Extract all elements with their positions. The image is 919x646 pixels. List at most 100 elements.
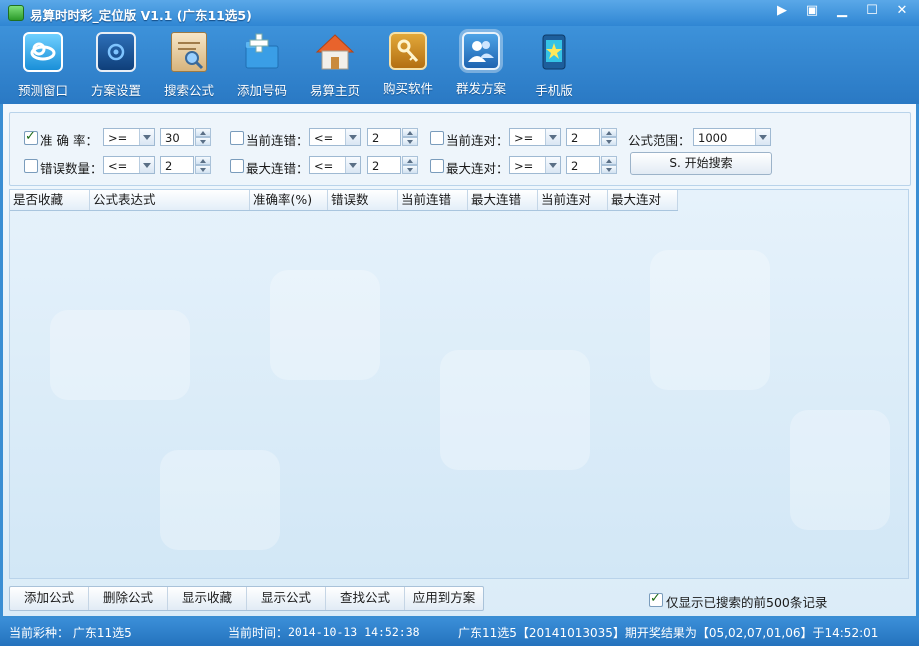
current-time-label: 当前时间：	[228, 626, 289, 640]
play-icon[interactable]: ▶	[771, 2, 793, 20]
home-icon	[315, 32, 355, 72]
mobile-icon	[534, 32, 574, 72]
grid-header: 是否收藏 公式表达式 准确率(%) 错误数 当前连错 最大连错 当前连对 最大连…	[10, 190, 678, 211]
show-favorites-button[interactable]: 显示收藏	[168, 587, 247, 610]
spin-down-icon[interactable]	[402, 137, 418, 146]
spin-up-icon[interactable]	[195, 128, 211, 137]
error-count-operator-select[interactable]: <=	[103, 156, 155, 174]
toolbar-label: 易算主页	[309, 83, 360, 98]
main-panel: 准 确 率： >= 30 当前连错： <= 2 当前连对： >= 2 公式范围：…	[3, 104, 916, 616]
toolbar-label: 搜索公式	[163, 83, 214, 98]
toolbar-scheme-settings[interactable]: 方案设置	[83, 32, 149, 99]
column-header[interactable]: 错误数	[328, 190, 398, 210]
skin-icon[interactable]: ▣	[801, 2, 823, 20]
column-header[interactable]: 公式表达式	[90, 190, 250, 210]
current-time-value: 2014-10-13 14:52:38	[288, 625, 420, 639]
toolbar-group-send[interactable]: 群发方案	[448, 32, 514, 97]
current-error-operator-select[interactable]: <=	[309, 128, 361, 146]
add-formula-button[interactable]: 添加公式	[10, 587, 89, 610]
add-folder-icon	[242, 32, 282, 72]
only-top-checkbox[interactable]	[649, 591, 663, 607]
formula-grid[interactable]: 是否收藏 公式表达式 准确率(%) 错误数 当前连错 最大连错 当前连对 最大连…	[9, 189, 909, 579]
max-correct-checkbox[interactable]	[430, 159, 444, 173]
chevron-down-icon	[755, 129, 770, 145]
current-correct-label: 当前连对：	[446, 133, 509, 148]
max-error-value-input[interactable]: 2	[367, 156, 401, 174]
error-count-spinner[interactable]	[195, 156, 211, 174]
show-formulas-button[interactable]: 显示公式	[247, 587, 326, 610]
toolbar-mobile[interactable]: 手机版	[521, 32, 587, 99]
accuracy-operator-select[interactable]: >=	[103, 128, 155, 146]
error-count-value-input[interactable]: 2	[160, 156, 194, 174]
max-error-label: 最大连错：	[246, 161, 309, 176]
toolbar-label: 预测窗口	[17, 83, 68, 98]
spin-down-icon[interactable]	[601, 165, 617, 174]
find-formula-button[interactable]: 查找公式	[326, 587, 405, 610]
formula-range-select[interactable]: 1000	[693, 128, 771, 146]
filter-panel: 准 确 率： >= 30 当前连错： <= 2 当前连对： >= 2 公式范围：…	[9, 112, 911, 186]
max-correct-operator-select[interactable]: >=	[509, 156, 561, 174]
spin-down-icon[interactable]	[195, 137, 211, 146]
spin-down-icon[interactable]	[601, 137, 617, 146]
column-header[interactable]: 最大连错	[468, 190, 538, 210]
spin-up-icon[interactable]	[601, 128, 617, 137]
max-correct-spinner[interactable]	[601, 156, 617, 174]
status-bar: 当前彩种： 广东11选5 当前时间： 2014-10-13 14:52:38 广…	[0, 618, 919, 646]
key-icon	[389, 32, 427, 70]
minimize-button[interactable]: ▁	[831, 2, 853, 20]
spin-up-icon[interactable]	[601, 156, 617, 165]
current-error-spinner[interactable]	[402, 128, 418, 146]
toolbar-add-numbers[interactable]: 添加号码	[229, 32, 295, 99]
accuracy-value-input[interactable]: 30	[160, 128, 194, 146]
max-correct-value-input[interactable]: 2	[566, 156, 600, 174]
select-value: <=	[108, 159, 128, 173]
current-correct-checkbox[interactable]	[430, 131, 444, 145]
settings-screen-icon	[96, 32, 136, 72]
window-controls: ▶ ▣ ▁ ☐ ✕	[771, 2, 913, 20]
toolbar-label: 购买软件	[382, 81, 433, 96]
max-error-spinner[interactable]	[402, 156, 418, 174]
toolbar-forecast-window[interactable]: 预测窗口	[10, 32, 76, 99]
background-pattern	[270, 270, 380, 380]
toolbar-buy-software[interactable]: 购买软件	[375, 32, 441, 97]
column-header[interactable]: 准确率(%)	[250, 190, 328, 210]
start-search-button[interactable]: S. 开始搜索	[630, 152, 772, 175]
current-correct-operator-select[interactable]: >=	[509, 128, 561, 146]
column-header[interactable]: 当前连对	[538, 190, 608, 210]
current-error-checkbox[interactable]	[230, 131, 244, 145]
column-header[interactable]: 最大连对	[608, 190, 678, 210]
current-correct-spinner[interactable]	[601, 128, 617, 146]
current-error-value-input[interactable]: 2	[367, 128, 401, 146]
maximize-button[interactable]: ☐	[861, 2, 883, 20]
action-bar: 添加公式 删除公式 显示收藏 显示公式 查找公式 应用到方案 仅显示已搜索的前5…	[9, 584, 909, 614]
spin-up-icon[interactable]	[402, 156, 418, 165]
accuracy-checkbox[interactable]	[24, 129, 38, 145]
toolbar-search-formula[interactable]: 搜索公式	[156, 32, 222, 99]
chevron-down-icon	[345, 129, 360, 145]
background-pattern	[790, 410, 890, 530]
column-header[interactable]: 当前连错	[398, 190, 468, 210]
spin-up-icon[interactable]	[195, 156, 211, 165]
max-error-checkbox[interactable]	[230, 159, 244, 173]
max-correct-label: 最大连对：	[446, 161, 509, 176]
chevron-down-icon	[545, 129, 560, 145]
toolbar-label: 方案设置	[90, 83, 141, 98]
select-value: 1000	[698, 131, 728, 145]
cloud-icon	[23, 32, 63, 72]
max-error-operator-select[interactable]: <=	[309, 156, 361, 174]
accuracy-spinner[interactable]	[195, 128, 211, 146]
spin-down-icon[interactable]	[402, 165, 418, 174]
spin-up-icon[interactable]	[402, 128, 418, 137]
main-toolbar: 预测窗口 方案设置 搜索公式 添加号码 易算主页 购买软件 群发方案 手机版	[0, 26, 919, 104]
column-header[interactable]: 是否收藏	[10, 190, 90, 210]
toolbar-label: 手机版	[535, 83, 573, 98]
spin-down-icon[interactable]	[195, 165, 211, 174]
current-correct-value-input[interactable]: 2	[566, 128, 600, 146]
delete-formula-button[interactable]: 删除公式	[89, 587, 168, 610]
window-title: 易算时时彩_定位版 V1.1 (广东11选5)	[30, 8, 252, 23]
close-button[interactable]: ✕	[891, 2, 913, 20]
users-icon	[462, 32, 500, 70]
toolbar-home-page[interactable]: 易算主页	[302, 32, 368, 99]
apply-to-scheme-button[interactable]: 应用到方案	[405, 587, 483, 610]
error-count-checkbox[interactable]	[24, 159, 38, 173]
